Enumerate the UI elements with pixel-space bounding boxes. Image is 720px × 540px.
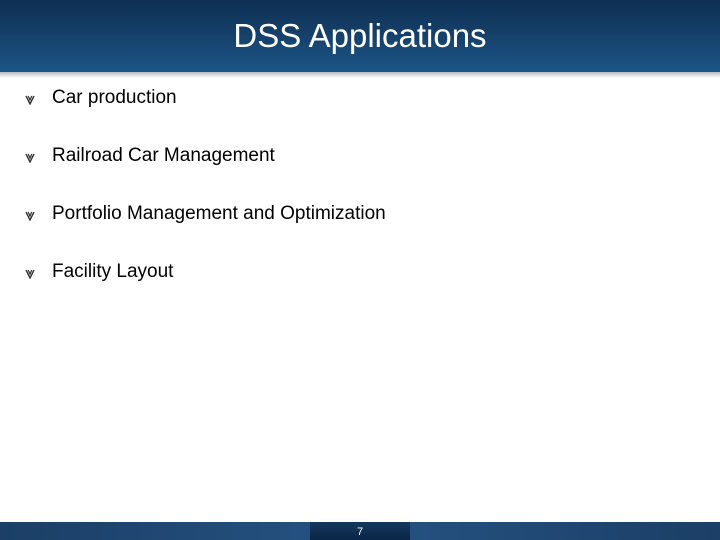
diamond-bullet-icon: [25, 153, 35, 163]
bullet-list: Car production Railroad Car Management P…: [24, 86, 386, 318]
bullet-item: Facility Layout: [24, 260, 386, 318]
diamond-bullet-icon: [25, 269, 35, 279]
diamond-bullet-icon: [25, 211, 35, 221]
page-number: 7: [356, 526, 364, 538]
bullet-text: Facility Layout: [52, 261, 174, 282]
bullet-item: Railroad Car Management: [24, 144, 386, 202]
diamond-bullet-icon: [25, 95, 35, 105]
footer-bar-right: [410, 522, 720, 540]
slide: DSS Applications Car production Railroad…: [0, 0, 720, 540]
title-bar-shadow: [0, 72, 720, 78]
bullet-item: Car production: [24, 86, 386, 144]
bullet-item: Portfolio Management and Optimization: [24, 202, 386, 260]
bullet-text: Portfolio Management and Optimization: [52, 203, 386, 224]
slide-title: DSS Applications: [233, 17, 487, 54]
footer-page-area: 7: [310, 522, 410, 540]
title-bar: DSS Applications: [0, 0, 720, 78]
footer-bar-left: [0, 522, 310, 540]
footer-bar: 7: [0, 522, 720, 540]
bullet-text: Car production: [52, 87, 177, 108]
bullet-text: Railroad Car Management: [52, 145, 275, 166]
